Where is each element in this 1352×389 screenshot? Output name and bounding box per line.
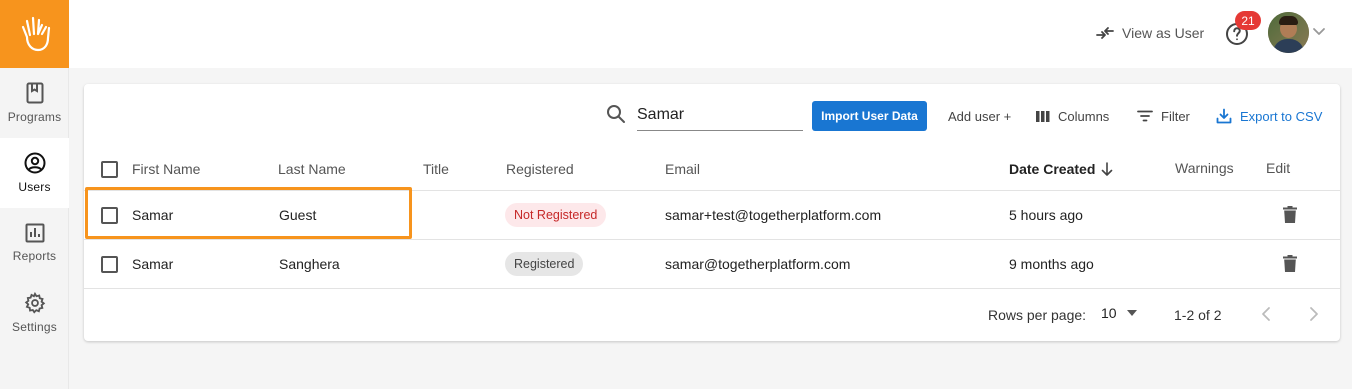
bar-chart-icon — [25, 223, 44, 243]
gear-icon — [24, 292, 45, 314]
sidebar-item-settings[interactable]: Settings — [0, 278, 69, 348]
cell-first-name: Samar — [132, 207, 174, 223]
view-as-user-label: View as User — [1122, 25, 1205, 41]
rows-per-page-value: 10 — [1101, 305, 1117, 321]
add-user-button[interactable]: Add user + — [948, 106, 1011, 126]
user-circle-icon — [24, 152, 45, 174]
cell-last-name: Sanghera — [279, 256, 340, 272]
row-checkbox[interactable] — [101, 207, 118, 224]
next-page-icon[interactable] — [1309, 306, 1319, 322]
cell-date-created: 9 months ago — [1009, 256, 1094, 272]
add-user-label: Add user + — [948, 108, 1012, 124]
sidebar: Programs Users Reports Settings — [0, 0, 69, 389]
export-csv-button[interactable]: Export to CSV — [1216, 106, 1322, 126]
cell-first-name: Samar — [132, 256, 174, 272]
column-header-email[interactable]: Email — [665, 161, 700, 177]
caret-down-icon — [1126, 310, 1137, 316]
previous-page-icon[interactable] — [1261, 306, 1271, 322]
top-header: View as User 21 — [69, 0, 1352, 68]
search-icon — [607, 105, 625, 123]
sidebar-item-label: Reports — [12, 249, 57, 263]
sidebar-item-reports[interactable]: Reports — [0, 208, 69, 278]
notification-badge: 21 — [1235, 11, 1261, 30]
export-csv-label: Export to CSV — [1240, 108, 1323, 124]
cell-email: samar@togetherplatform.com — [665, 256, 851, 272]
filter-label: Filter — [1161, 108, 1190, 124]
pagination-range: 1-2 of 2 — [1174, 307, 1222, 323]
select-all-checkbox[interactable] — [101, 161, 118, 178]
logo[interactable] — [0, 0, 69, 68]
status-badge-registered: Registered — [505, 252, 584, 276]
column-header-date-created[interactable]: Date Created — [1009, 161, 1113, 177]
trash-icon[interactable] — [1283, 255, 1297, 272]
avatar[interactable] — [1268, 12, 1309, 53]
filter-icon — [1137, 110, 1153, 122]
download-icon — [1216, 108, 1232, 124]
status-badge-not-registered: Not Registered — [505, 203, 607, 227]
import-user-data-button[interactable]: Import User Data — [812, 101, 927, 131]
column-header-first-name[interactable]: First Name — [132, 161, 200, 177]
cell-email: samar+test@togetherplatform.com — [665, 207, 882, 223]
swap-arrows-icon — [1096, 27, 1114, 39]
columns-label: Columns — [1058, 108, 1110, 124]
sort-descending-icon — [1102, 162, 1113, 176]
cell-date-created: 5 hours ago — [1009, 207, 1083, 223]
row-divider — [84, 239, 1340, 240]
cell-last-name: Guest — [279, 207, 317, 223]
users-table-card: Import User Data Add user + Columns Filt… — [84, 84, 1340, 341]
filter-button[interactable]: Filter — [1137, 106, 1190, 126]
columns-icon — [1036, 110, 1050, 122]
chevron-down-icon[interactable] — [1312, 27, 1326, 36]
row-divider — [84, 190, 1340, 191]
column-header-last-name[interactable]: Last Name — [278, 161, 346, 177]
sidebar-item-users[interactable]: Users — [0, 138, 69, 208]
column-header-registered[interactable]: Registered — [506, 161, 574, 177]
row-divider — [84, 288, 1340, 289]
trash-icon[interactable] — [1283, 206, 1297, 223]
avatar-hair — [1279, 16, 1298, 25]
sidebar-item-label: Users — [18, 180, 51, 194]
raised-hand-icon — [21, 16, 50, 52]
column-header-warnings[interactable]: Warnings — [1175, 160, 1234, 176]
row-checkbox[interactable] — [101, 256, 118, 273]
sidebar-item-label: Settings — [12, 320, 57, 334]
book-icon — [26, 82, 43, 104]
rows-per-page-label: Rows per page: — [988, 307, 1087, 323]
view-as-user-button[interactable]: View as User — [1096, 22, 1204, 44]
sidebar-item-programs[interactable]: Programs — [0, 68, 69, 138]
column-header-title[interactable]: Title — [423, 161, 449, 177]
search-input[interactable] — [637, 100, 803, 131]
column-header-edit: Edit — [1266, 160, 1291, 176]
sidebar-item-label: Programs — [7, 110, 62, 124]
columns-button[interactable]: Columns — [1036, 106, 1109, 126]
date-created-label: Date Created — [1009, 161, 1096, 177]
rows-per-page-select[interactable]: 10 — [1101, 305, 1137, 321]
